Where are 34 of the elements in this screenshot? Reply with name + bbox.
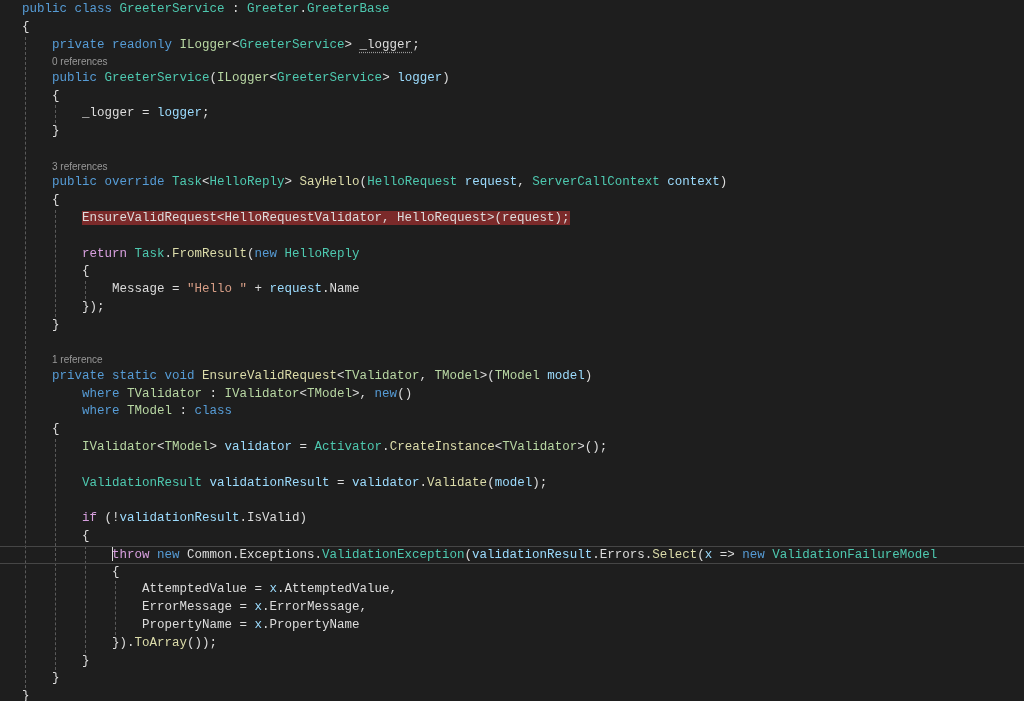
code-line: private static void EnsureValidRequest<TValidator, TModel>(TModel model) <box>52 368 593 383</box>
code-line: } <box>82 653 90 668</box>
reference-count-link[interactable]: 1 reference <box>52 354 103 366</box>
code-line: ValidationResult validationResult = validator.Validate(model); <box>82 475 548 490</box>
code-line: { <box>52 422 60 437</box>
reference-count-link[interactable]: 0 references <box>52 56 108 68</box>
code-line: public GreeterService(ILogger<GreeterService> logger) <box>52 70 450 85</box>
code-line: } <box>52 671 60 686</box>
code-line: return Task.FromResult(new HelloReply <box>82 246 360 261</box>
code-line: _logger = logger; <box>82 106 210 121</box>
code-line: { <box>22 19 30 34</box>
code-line: where TValidator : IValidator<TModel>, new() <box>82 386 413 401</box>
code-line: where TModel : class <box>82 404 233 419</box>
reference-count-link[interactable]: 3 references <box>52 160 108 172</box>
code-line: if (!validationResult.IsValid) <box>82 511 308 526</box>
code-line: } <box>22 689 30 701</box>
code-line: throw new Common.Exceptions.ValidationException(validationResult.Errors.Select(x => new ValidationFailureModel <box>112 547 938 562</box>
code-line: AttemptedValue = x.AttemptedValue, <box>142 582 398 597</box>
code-line: { <box>112 564 120 579</box>
code-line: { <box>52 193 60 208</box>
code-line: ErrorMessage = x.ErrorMessage, <box>142 600 368 615</box>
code-line: public override Task<HelloReply> SayHello(HelloRequest request, ServerCallContext context) <box>52 175 728 190</box>
code-line: } <box>52 317 60 332</box>
code-line: }).ToArray()); <box>112 635 218 650</box>
code-line: } <box>52 124 60 139</box>
code-line: { <box>82 529 90 543</box>
code-line: Message = "Hello " + request.Name <box>112 282 360 297</box>
code-line: PropertyName = x.PropertyName <box>142 618 360 632</box>
code-line: public class GreeterService : Greeter.GreeterBase <box>22 2 390 16</box>
code-line: }); <box>82 299 105 314</box>
code-line: private readonly ILogger<GreeterService> _logger; <box>52 37 420 52</box>
code-line: { <box>82 264 90 279</box>
code-line: IValidator<TModel> validator = Activator.CreateInstance<TValidator>(); <box>82 440 608 455</box>
code-line: { <box>52 88 60 103</box>
